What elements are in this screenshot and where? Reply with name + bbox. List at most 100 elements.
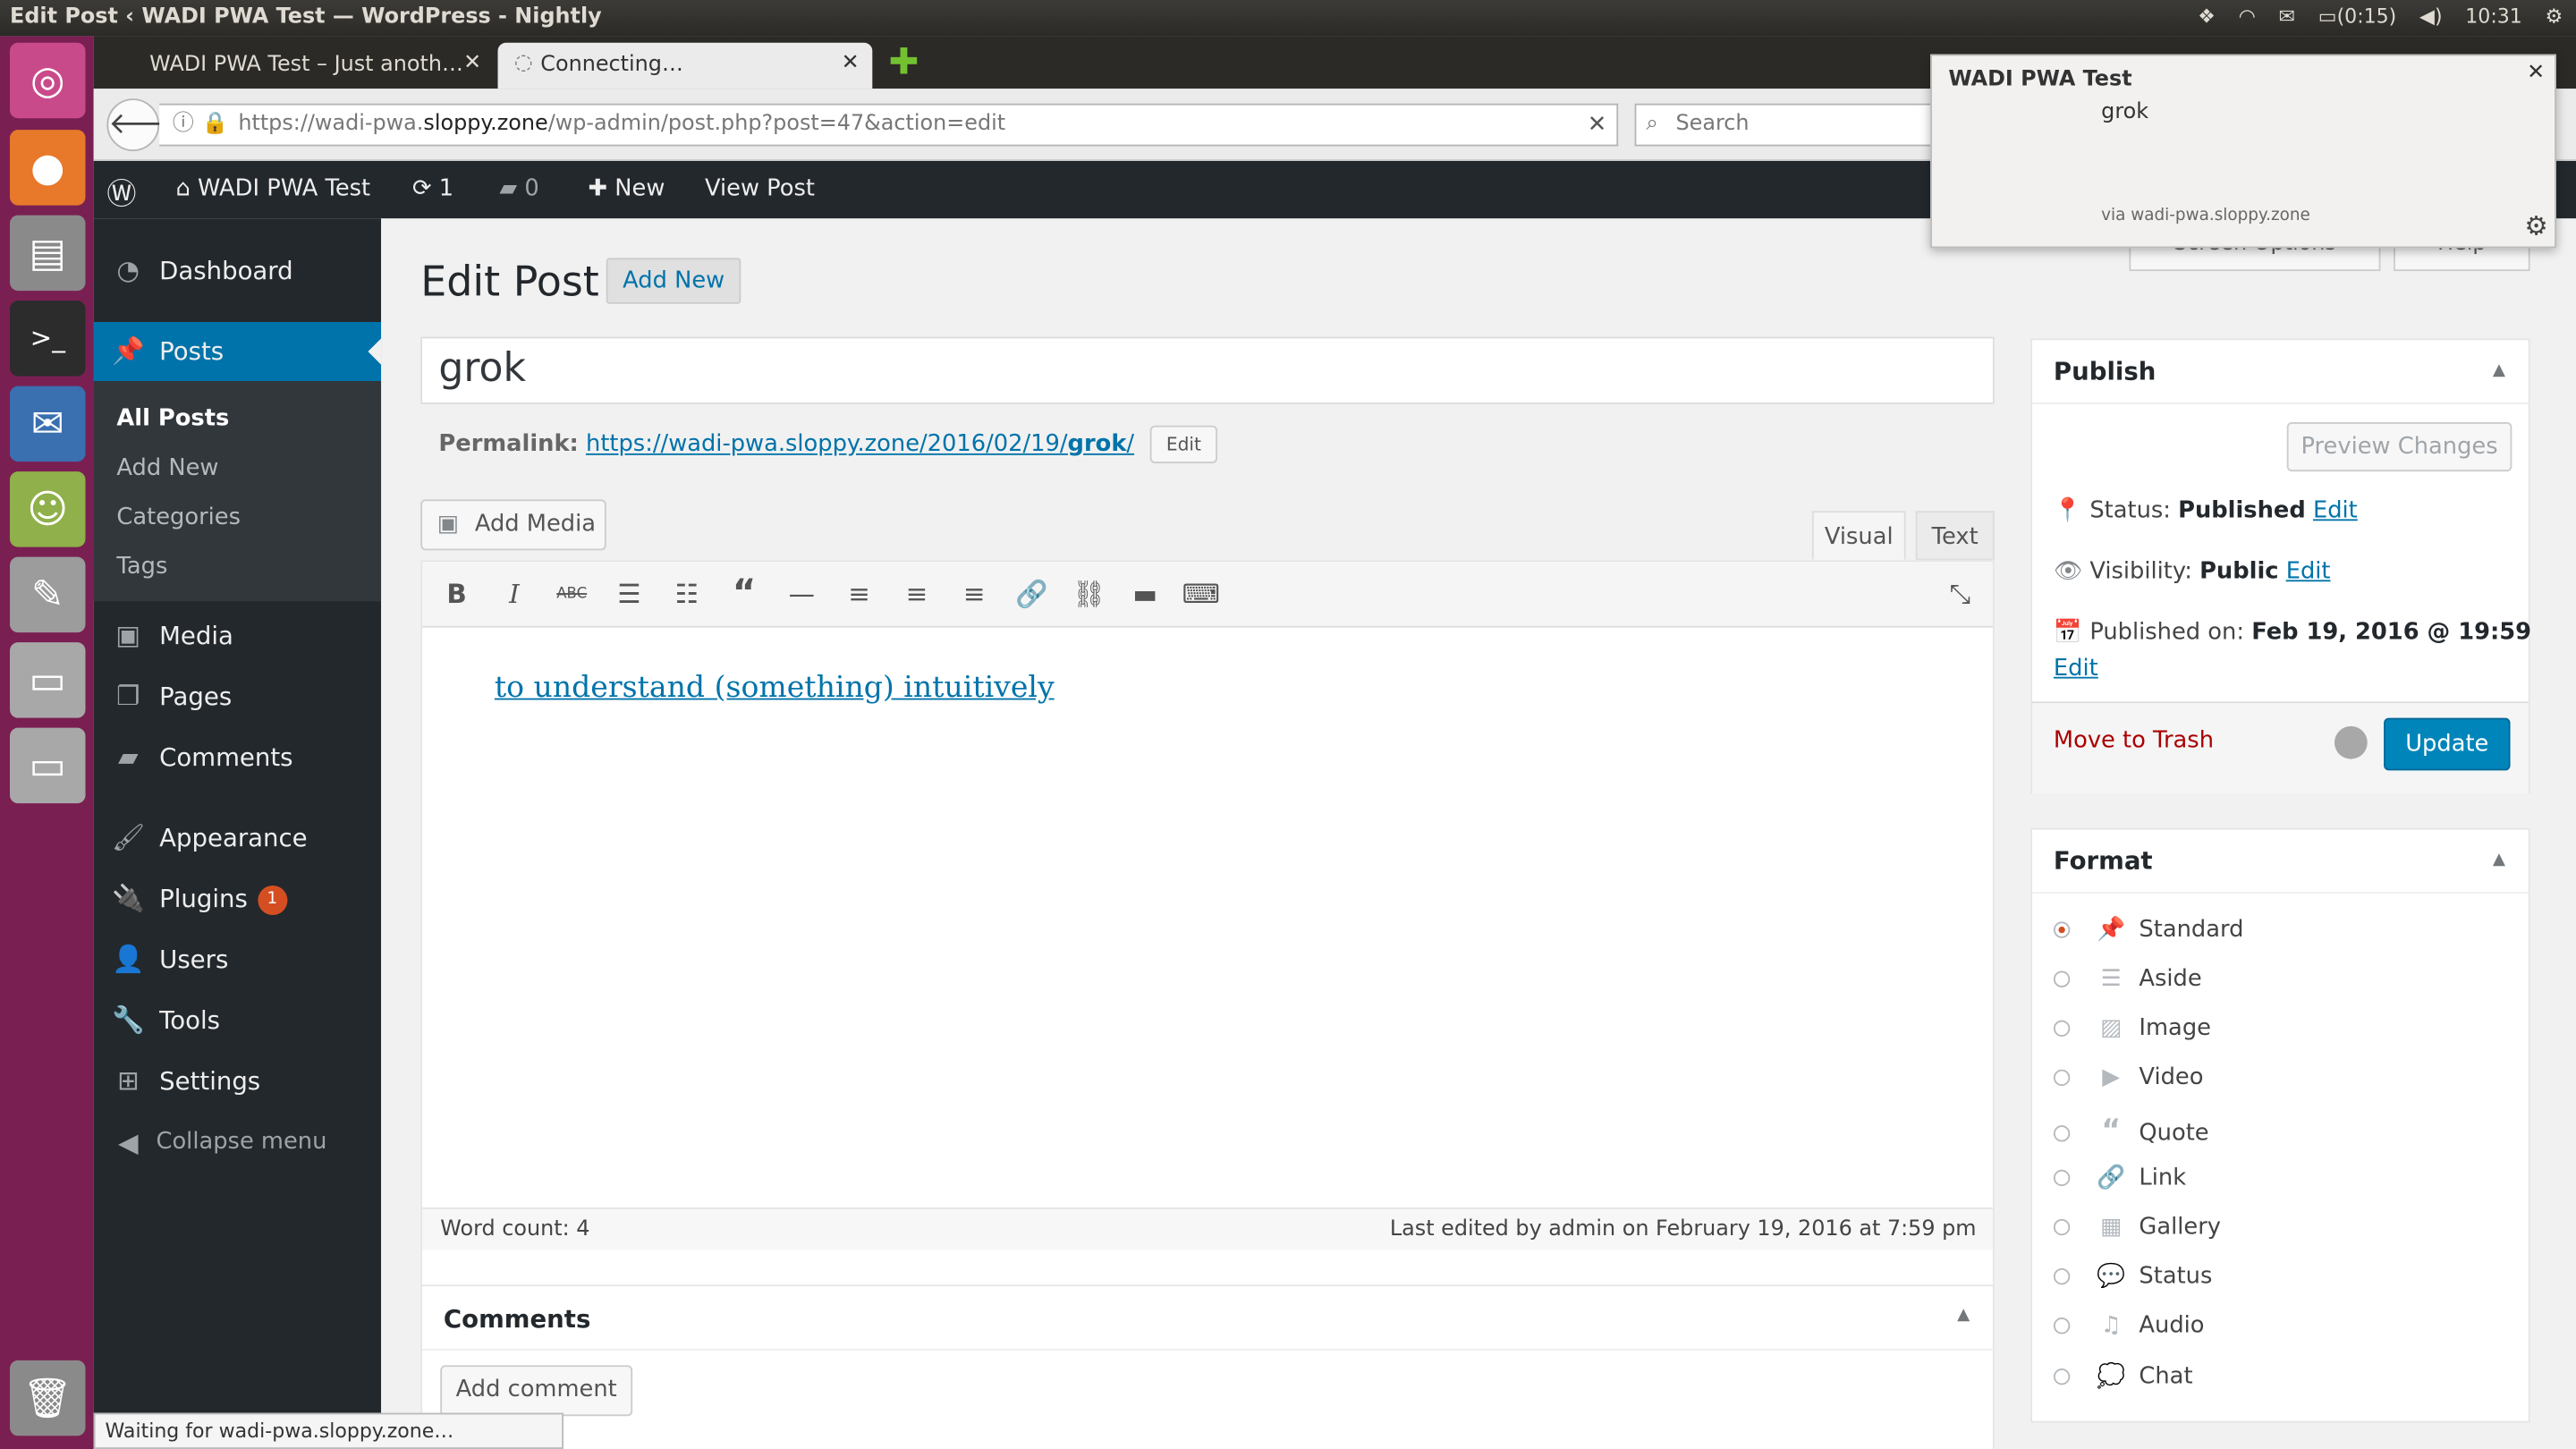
battery-indicator[interactable]: ▭(0:15) [2318, 5, 2397, 29]
launcher-terminal[interactable]: >_ [10, 301, 86, 377]
wifi-icon[interactable]: ◠ [2239, 5, 2256, 29]
radio-button[interactable] [2053, 1368, 2071, 1385]
admin-bar-view-post[interactable]: View Post [705, 176, 815, 202]
add-comment-button[interactable]: Add comment [440, 1365, 633, 1417]
menu-item-media[interactable]: ▣ Media [94, 606, 381, 665]
back-button[interactable]: 🡐 [106, 98, 188, 151]
browser-tab-1[interactable]: WADI PWA Test – Just anoth… ✕ [106, 43, 494, 89]
clock[interactable]: 10:31 [2465, 5, 2522, 29]
launcher-drive-1[interactable]: ▭ [10, 642, 86, 718]
format-option-link[interactable]: 🔗 Link [2053, 1165, 2186, 1191]
collapse-menu-button[interactable]: ◀ Collapse menu [94, 1114, 381, 1173]
numbered-list-icon[interactable]: ☷ [667, 575, 707, 614]
menu-item-plugins[interactable]: 🔌 Plugins 1 [94, 869, 381, 928]
desktop-notification[interactable]: WADI PWA Test grok via wadi-pwa.sloppy.z… [1930, 54, 2556, 249]
read-more-icon[interactable]: ▬ [1125, 575, 1165, 614]
italic-icon[interactable]: I [495, 575, 534, 614]
format-option-audio[interactable]: ♫ Audio [2053, 1313, 2205, 1339]
add-media-button[interactable]: ▣ Add Media [420, 499, 606, 551]
info-icon[interactable]: ⓘ [173, 106, 194, 145]
launcher-thunderbird[interactable]: ✉ [10, 386, 86, 462]
radio-button[interactable] [2053, 921, 2071, 938]
launcher-files[interactable]: ▤ [10, 215, 86, 292]
menu-item-appearance[interactable]: 🖌 Appearance [94, 809, 381, 868]
menu-item-users[interactable]: 👤 Users [94, 930, 381, 989]
collapse-toggle-icon[interactable]: ▲ [2493, 361, 2505, 379]
strikethrough-icon[interactable]: ABC [552, 575, 591, 614]
dropbox-icon[interactable]: ❖ [2198, 5, 2216, 29]
format-option-standard[interactable]: 📌 Standard [2053, 917, 2243, 943]
menu-item-settings[interactable]: ⊞ Settings [94, 1052, 381, 1111]
admin-bar-comments[interactable]: ▰ 0 [499, 176, 538, 202]
radio-button[interactable] [2053, 1318, 2071, 1335]
permalink-link[interactable]: https://wadi-pwa.sloppy.zone/2016/02/19/… [586, 431, 1134, 457]
url-bar[interactable]: ⓘ 🔒 https://wadi-pwa.sloppy.zone/wp-admi… [159, 103, 1619, 147]
wordpress-logo-icon[interactable]: Ⓦ [106, 171, 136, 214]
radio-button[interactable] [2053, 1169, 2071, 1187]
admin-bar-updates[interactable]: ⟳ 1 [412, 176, 453, 202]
menu-item-dashboard[interactable]: ◔ Dashboard [94, 242, 381, 301]
close-icon[interactable]: ✕ [842, 51, 860, 76]
bold-icon[interactable]: B [437, 575, 477, 614]
radio-button[interactable] [2053, 1267, 2071, 1285]
preview-changes-button[interactable]: Preview Changes [2286, 422, 2512, 472]
launcher-firefox[interactable]: ● [10, 130, 86, 206]
format-option-gallery[interactable]: ▦ Gallery [2053, 1214, 2221, 1241]
mail-icon[interactable]: ✉ [2279, 5, 2295, 29]
admin-bar-site[interactable]: ⌂ WADI PWA Test [176, 176, 371, 202]
radio-button[interactable] [2053, 1020, 2071, 1037]
admin-bar-new[interactable]: ✚ New [589, 176, 665, 202]
menu-item-comments[interactable]: ▰ Comments [94, 728, 381, 787]
menu-item-posts[interactable]: 📌 Posts [93, 322, 382, 382]
radio-button[interactable] [2053, 970, 2071, 987]
submenu-add-new[interactable]: Add New [116, 455, 218, 481]
launcher-chat[interactable]: ☺ [10, 471, 86, 547]
gear-icon[interactable]: ⚙ [2524, 210, 2547, 242]
align-left-icon[interactable]: ≡ [840, 575, 879, 614]
launcher-dash[interactable]: ◎ [10, 42, 86, 119]
submenu-all-posts[interactable]: All Posts [116, 406, 229, 432]
tab-text[interactable]: Text [1915, 511, 1995, 561]
toolbar-toggle-icon[interactable]: ⌨ [1182, 575, 1221, 614]
link-icon[interactable]: 🔗 [1012, 575, 1051, 614]
menu-item-pages[interactable]: ❐ Pages [94, 667, 381, 726]
update-button[interactable]: Update [2384, 717, 2511, 771]
submenu-tags[interactable]: Tags [116, 554, 167, 580]
radio-button[interactable] [2053, 1069, 2071, 1087]
radio-button[interactable] [2053, 1125, 2071, 1142]
launcher-trash[interactable]: 🗑 [10, 1360, 86, 1436]
tab-visual[interactable]: Visual [1811, 511, 1906, 561]
search-input[interactable]: ⌕ Search [1634, 103, 1963, 147]
add-new-button[interactable]: Add New [606, 258, 741, 304]
post-content[interactable]: to understand (something) intuitively [495, 670, 1055, 705]
launcher-text-editor[interactable]: ✎ [10, 556, 86, 633]
align-center-icon[interactable]: ≡ [897, 575, 936, 614]
format-option-chat[interactable]: 💭 Chat [2053, 1363, 2193, 1390]
fullscreen-icon[interactable]: ⤡ [1940, 575, 1979, 614]
gear-icon[interactable]: ⚙ [2546, 5, 2563, 29]
align-right-icon[interactable]: ≡ [954, 575, 994, 614]
submenu-categories[interactable]: Categories [116, 504, 241, 530]
browser-tab-2[interactable]: ◌ Connecting… ✕ [497, 42, 873, 89]
bullet-list-icon[interactable]: ☰ [609, 575, 648, 614]
collapse-toggle-icon[interactable]: ▲ [2493, 851, 2505, 869]
horizontal-line-icon[interactable]: — [782, 575, 821, 614]
close-icon[interactable]: ✕ [2527, 61, 2545, 86]
visibility-edit-link[interactable]: Edit [2286, 558, 2331, 584]
menu-item-tools[interactable]: 🔧 Tools [94, 991, 381, 1050]
format-option-aside[interactable]: ☰ Aside [2053, 966, 2202, 992]
format-option-status[interactable]: 💬 Status [2053, 1263, 2212, 1290]
format-option-image[interactable]: ▨ Image [2053, 1015, 2211, 1041]
permalink-edit-button[interactable]: Edit [1149, 425, 1218, 463]
close-icon[interactable]: ✕ [463, 51, 481, 76]
radio-button[interactable] [2053, 1218, 2071, 1236]
volume-icon[interactable]: ◀) [2419, 5, 2443, 29]
format-option-quote[interactable]: “Quote [2053, 1114, 2209, 1148]
blockquote-icon[interactable]: “ [724, 574, 764, 614]
unlink-icon[interactable]: ⛓ [1070, 575, 1109, 614]
published-on-edit-link[interactable]: Edit [2054, 656, 2098, 682]
new-tab-button[interactable]: ✚ [889, 43, 919, 84]
status-edit-link[interactable]: Edit [2313, 498, 2358, 524]
move-to-trash-link[interactable]: Move to Trash [2054, 728, 2214, 754]
launcher-drive-2[interactable]: ▭ [10, 727, 86, 804]
